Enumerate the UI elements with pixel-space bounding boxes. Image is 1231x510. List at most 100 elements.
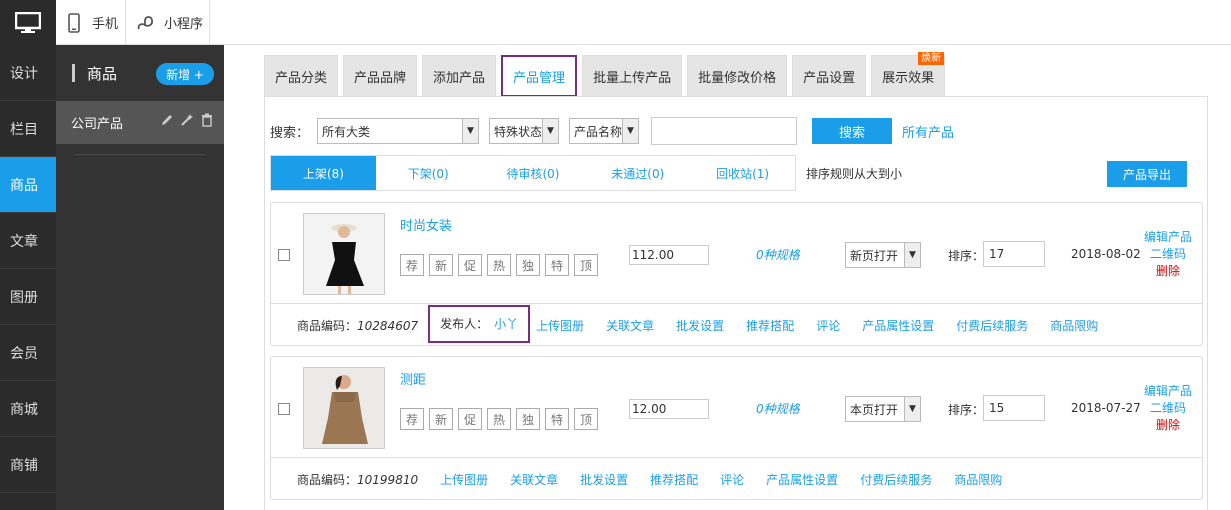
flag-special[interactable]: 特	[545, 408, 569, 430]
subnav-tools	[160, 113, 214, 127]
nav-design[interactable]: 设计	[0, 45, 56, 101]
flag-exclusive[interactable]: 独	[516, 254, 540, 276]
paid-service-link[interactable]: 付费后续服务	[956, 317, 1028, 334]
publisher-box: 发布人： 小丫	[428, 304, 531, 343]
spec-link[interactable]: 0种规格	[756, 400, 800, 417]
category-select[interactable]: 所有大类 ▼	[317, 118, 480, 144]
flag-promo[interactable]: 促	[458, 408, 482, 430]
flag-new[interactable]: 新	[429, 408, 453, 430]
price-input[interactable]: 112.00	[629, 245, 709, 265]
flag-top[interactable]: 顶	[574, 408, 598, 430]
open-mode-select[interactable]: 本页打开 ▼	[845, 396, 921, 422]
tab-batch-upload[interactable]: 批量上传产品	[582, 55, 683, 97]
qr-code-link[interactable]: 二维码	[1144, 246, 1192, 263]
search-row: 搜索： 所有大类 ▼ 特殊状态 ▼ 产品名称 ▼ 搜索 所有产品	[270, 117, 954, 145]
nav-albums[interactable]: 图册	[0, 269, 56, 325]
spec-link[interactable]: 0种规格	[756, 246, 800, 263]
tab-product-settings[interactable]: 产品设置	[792, 55, 867, 97]
tab-add-product[interactable]: 添加产品	[422, 55, 497, 97]
all-products-link[interactable]: 所有产品	[902, 122, 954, 141]
product-code: 商品编码：10199810	[297, 471, 418, 488]
flag-recommend[interactable]: 荐	[400, 254, 424, 276]
product-panel: 搜索： 所有大类 ▼ 特殊状态 ▼ 产品名称 ▼ 搜索 所有产品 上架(8) 下…	[264, 96, 1208, 510]
status-tab-rejected[interactable]: 未通过(0)	[585, 156, 690, 190]
tab-product-category[interactable]: 产品分类	[264, 55, 339, 97]
upload-album-link[interactable]: 上传图册	[536, 317, 584, 334]
flag-new[interactable]: 新	[429, 254, 453, 276]
paid-service-link[interactable]: 付费后续服务	[860, 471, 932, 488]
wholesale-settings-link[interactable]: 批发设置	[580, 471, 628, 488]
add-button[interactable]: 新增 +	[156, 63, 214, 85]
open-mode-select[interactable]: 新页打开 ▼	[845, 242, 921, 268]
recommended-match-link[interactable]: 推荐搭配	[746, 317, 794, 334]
product-flags: 荐 新 促 热 独 特 顶	[400, 408, 598, 430]
product-checkbox[interactable]	[278, 403, 290, 415]
monitor-icon[interactable]	[0, 0, 56, 45]
delete-link[interactable]: 删除	[1144, 263, 1192, 280]
nav-members[interactable]: 会员	[0, 325, 56, 381]
nav-mall[interactable]: 商城	[0, 381, 56, 437]
status-tab-pending[interactable]: 待审核(0)	[481, 156, 586, 190]
search-input[interactable]	[651, 117, 798, 145]
edit-product-link[interactable]: 编辑产品	[1144, 229, 1192, 246]
sort-input[interactable]: 17	[983, 241, 1045, 267]
trash-icon[interactable]	[200, 113, 214, 127]
price-input[interactable]: 12.00	[629, 399, 709, 419]
search-button[interactable]: 搜索	[812, 118, 893, 144]
status-tab-off-shelf[interactable]: 下架(0)	[376, 156, 481, 190]
tab-display-effect[interactable]: 展示效果 焕新	[871, 52, 946, 97]
related-articles-link[interactable]: 关联文章	[510, 471, 558, 488]
search-label: 搜索：	[270, 125, 310, 141]
product-image[interactable]	[303, 213, 385, 295]
flag-recommend[interactable]: 荐	[400, 408, 424, 430]
purchase-limit-link[interactable]: 商品限购	[954, 471, 1002, 488]
dropdown-arrow-icon: ▼	[904, 243, 920, 267]
product-actions: 编辑产品 二维码 删除	[1144, 229, 1192, 280]
nav-shops[interactable]: 商铺	[0, 437, 56, 493]
sort-label: 排序：	[948, 249, 985, 263]
nav-columns[interactable]: 栏目	[0, 101, 56, 157]
tab-product-brand[interactable]: 产品品牌	[343, 55, 418, 97]
flag-hot[interactable]: 热	[487, 254, 511, 276]
qr-code-link[interactable]: 二维码	[1144, 400, 1192, 417]
product-name[interactable]: 测距	[400, 369, 426, 388]
flag-special[interactable]: 特	[545, 254, 569, 276]
recommended-match-link[interactable]: 推荐搭配	[650, 471, 698, 488]
flag-exclusive[interactable]: 独	[516, 408, 540, 430]
export-button[interactable]: 产品导出	[1107, 161, 1187, 187]
attribute-settings-link[interactable]: 产品属性设置	[862, 317, 934, 334]
flag-top[interactable]: 顶	[574, 254, 598, 276]
phone-tab[interactable]: 手机	[56, 0, 126, 45]
product-image[interactable]	[303, 367, 385, 449]
pencil-icon[interactable]	[160, 113, 174, 127]
publisher-label: 发布人：	[440, 317, 489, 331]
tab-product-management[interactable]: 产品管理	[501, 55, 578, 97]
flag-promo[interactable]: 促	[458, 254, 482, 276]
flag-hot[interactable]: 热	[487, 408, 511, 430]
attribute-settings-link[interactable]: 产品属性设置	[766, 471, 838, 488]
product-name[interactable]: 时尚女装	[400, 215, 452, 234]
product-checkbox[interactable]	[278, 249, 290, 261]
subnav-header: 商品 新增 +	[56, 45, 224, 101]
miniapp-tab[interactable]: 小程序	[126, 0, 210, 45]
upload-album-link[interactable]: 上传图册	[440, 471, 488, 488]
delete-link[interactable]: 删除	[1144, 417, 1192, 434]
product-date: 2018-08-02	[1071, 247, 1141, 261]
status-tab-recycle[interactable]: 回收站(1)	[690, 156, 795, 190]
nav-products[interactable]: 商品	[0, 157, 56, 213]
nav-articles[interactable]: 文章	[0, 213, 56, 269]
magic-wand-icon[interactable]	[180, 113, 194, 127]
comments-link[interactable]: 评论	[816, 317, 840, 334]
subnav-item-company-products[interactable]: 公司产品	[56, 101, 224, 144]
purchase-limit-link[interactable]: 商品限购	[1050, 317, 1098, 334]
status-tab-on-shelf[interactable]: 上架(8)	[271, 156, 376, 190]
edit-product-link[interactable]: 编辑产品	[1144, 383, 1192, 400]
comments-link[interactable]: 评论	[720, 471, 744, 488]
status-select[interactable]: 特殊状态 ▼	[489, 118, 560, 144]
sort-input[interactable]: 15	[983, 395, 1045, 421]
field-select[interactable]: 产品名称 ▼	[569, 118, 640, 144]
related-articles-link[interactable]: 关联文章	[606, 317, 654, 334]
wholesale-settings-link[interactable]: 批发设置	[676, 317, 724, 334]
tab-batch-price[interactable]: 批量修改价格	[687, 55, 788, 97]
publisher-name[interactable]: 小丫	[494, 315, 518, 332]
